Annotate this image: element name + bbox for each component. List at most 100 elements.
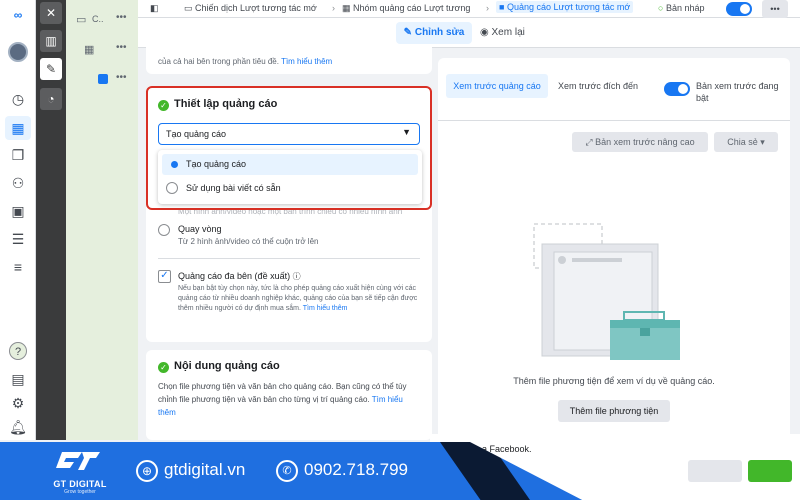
review-mode-label: Xem lại (491, 27, 525, 38)
carousel-desc: Từ 2 hình ảnh/video có thể cuộn trở lên (178, 237, 319, 246)
chevron-right-icon: › (332, 3, 335, 13)
audiences-icon[interactable]: ⚇ (9, 174, 27, 192)
headline-fragment-text: của cả hai bên trong phần tiêu đề. Tìm h… (158, 56, 418, 67)
more-options-icon[interactable]: ••• (116, 72, 127, 83)
website-text[interactable]: gtdigital.vn (164, 460, 245, 480)
advanced-preview-button[interactable]: ⤢ Bản xem trước nâng cao (572, 132, 708, 152)
tree-row-ad[interactable]: ••• (66, 68, 138, 90)
speedometer-icon[interactable]: ◷ (9, 90, 27, 108)
ad-setup-dropdown: Tạo quảng cáo Sử dụng bài viết có sẵn (158, 150, 422, 204)
ad-content-title: Nội dung quảng cáo (174, 360, 280, 372)
caret-down-icon: ▼ (402, 127, 411, 137)
check-circle-icon: ✓ (158, 100, 169, 111)
breadcrumb-campaign-label: Chiến dịch Lượt tương tác mớ (195, 3, 317, 13)
caret-down-icon: ▾ (760, 137, 765, 147)
check-circle-icon: ✓ (158, 362, 169, 373)
multi-advertiser-desc-text: Nếu bạn bật tùy chọn này, tức là cho phé… (178, 285, 418, 312)
publish-button[interactable] (748, 460, 792, 482)
empty-preview-illustration (533, 223, 680, 360)
share-label: Chia sẻ (727, 137, 758, 147)
option-label: Sử dụng bài viết có sẵn (186, 183, 281, 193)
gt-logo-mark-icon (56, 452, 100, 470)
folder-icon: ▭ (76, 14, 87, 26)
left-navigation-rail: ∞ ◷ ▦ ❐ ⚇ ▣ ☰ ≡ ? ▤ ⚙ 🔔︎ (0, 0, 36, 440)
preview-toggle[interactable] (664, 82, 690, 96)
sidebar-toggle-icon[interactable]: ◧ (150, 3, 159, 14)
divider (438, 120, 790, 121)
tree-row-adset[interactable]: ▦ ••• (66, 38, 138, 60)
bottom-notice-bar (430, 434, 800, 442)
creative-hub-icon[interactable]: ▣ (9, 202, 27, 220)
multi-advertiser-desc: Nếu bạn bật tùy chọn này, tức là cho phé… (178, 284, 420, 314)
expand-icon: ⤢ (585, 137, 593, 147)
toggle-knob (678, 84, 688, 94)
grid-icon: ▦ (84, 44, 95, 56)
history-clock-icon[interactable]: ◔ (40, 88, 62, 110)
empty-preview-text: Thêm file phương tiện để xem ví dụ về qu… (513, 376, 715, 386)
breadcrumb-campaign[interactable]: ▭ Chiến dịch Lượt tương tác mớ (184, 3, 317, 14)
info-icon[interactable]: ⓘ (293, 272, 301, 281)
tab-destination-preview[interactable]: Xem trước đích đến (558, 81, 638, 91)
breadcrumb-ad-label: Quảng cáo Lượt tương tác mớ (506, 2, 631, 12)
tab-ad-preview[interactable]: Xem trước quảng cáo (446, 74, 548, 98)
billing-icon[interactable]: ☰ (9, 230, 27, 248)
option-label: Tạo quảng cáo (186, 159, 247, 169)
pages-icon[interactable]: ❐ (9, 146, 27, 164)
ad-setup-select-value: Tạo quảng cáo (166, 129, 227, 139)
bar-chart-icon[interactable]: ▥ (40, 30, 62, 52)
eye-icon: ◉ (480, 27, 489, 38)
help-icon[interactable]: ? (9, 342, 27, 360)
gt-digital-logo: GT DIGITAL Grow together (48, 448, 112, 496)
carousel-label: Quay vòng (178, 224, 222, 234)
more-options-icon[interactable]: ••• (116, 12, 127, 23)
tree-row-label: C.. (92, 14, 104, 24)
close-icon[interactable]: ✕ (40, 2, 62, 24)
breadcrumb-adset-label: Nhóm quảng cáo Lượt tương (353, 3, 471, 13)
edit-mode-button[interactable]: ✎ Chỉnh sửa (396, 22, 472, 44)
carousel-radio[interactable] (158, 224, 170, 236)
add-media-button[interactable]: Thêm file phương tiện (558, 400, 670, 422)
campaigns-table-icon[interactable]: ▦ (5, 116, 31, 140)
draft-status: ○ Bản nháp (658, 3, 705, 13)
learn-more-link[interactable]: Tìm hiểu thêm (303, 305, 348, 312)
option-create-ad[interactable]: Tạo quảng cáo (162, 154, 418, 175)
edit-pencil-icon[interactable]: ✎ (40, 58, 62, 80)
close-button[interactable] (688, 460, 742, 482)
brand-tagline: Grow together (64, 489, 96, 495)
brand-name: GT DIGITAL (53, 479, 107, 489)
option-existing-post[interactable]: Sử dụng bài viết có sẵn (162, 178, 418, 199)
phone-text[interactable]: 0902.718.799 (304, 460, 408, 480)
learn-more-link[interactable]: Tìm hiểu thêm (281, 57, 332, 66)
more-menu-button[interactable]: ••• (762, 0, 788, 18)
multi-advertiser-label: Quảng cáo đa bên (đề xuất) ⓘ (178, 271, 301, 282)
more-options-icon[interactable]: ••• (116, 42, 127, 53)
breadcrumb-adset[interactable]: ▦ Nhóm quảng cáo Lượt tương (342, 3, 470, 14)
meta-logo-icon[interactable]: ∞ (9, 6, 27, 24)
headline-fragment-label: của cả hai bên trong phần tiêu đề. (158, 57, 279, 66)
notifications-bell-icon[interactable]: 🔔︎ (9, 418, 27, 436)
selected-dot-icon (171, 161, 178, 168)
settings-gear-icon[interactable]: ⚙ (9, 394, 27, 412)
menu-icon[interactable]: ≡ (9, 258, 27, 276)
ad-content-desc-text: Chọn file phương tiện và văn bản cho quả… (158, 382, 407, 404)
ad-content-desc: Chọn file phương tiện và văn bản cho quả… (158, 380, 420, 419)
pencil-icon: ✎ (403, 27, 413, 38)
avatar[interactable] (8, 42, 28, 62)
share-button[interactable]: Chia sẻ ▾ (714, 132, 778, 152)
preview-toggle-label: Bản xem trước đang bật (696, 81, 779, 103)
campaign-tree-panel: ▭ C.. ••• ▦ ••• ••• (66, 0, 138, 440)
report-icon[interactable]: ▤ (9, 370, 27, 388)
multi-advertiser-checkbox[interactable]: ✓ (158, 270, 171, 283)
ad-setup-select[interactable]: Tạo quảng cáo ▼ (158, 123, 420, 145)
multi-advertiser-label-text: Quảng cáo đa bên (đề xuất) (178, 271, 291, 281)
ad-on-off-toggle[interactable] (726, 2, 752, 16)
tree-row-campaign[interactable]: ▭ C.. ••• (66, 8, 138, 30)
breadcrumb-ad[interactable]: ■ Quảng cáo Lượt tương tác mớ (496, 1, 634, 13)
phone-icon: ✆ (276, 460, 298, 482)
ad-setup-title: Thiết lập quảng cáo (174, 98, 278, 110)
ad-setup-highlight: ✓ Thiết lập quảng cáo Tạo quảng cáo ▼ Tạ… (146, 86, 432, 210)
globe-icon: ⊕ (136, 460, 158, 482)
edit-mode-label: Chỉnh sửa (414, 27, 465, 38)
review-mode-button[interactable]: ◉ Xem lại (480, 22, 525, 44)
editor-tool-strip: ✕ ▥ ✎ ◔ (36, 0, 66, 440)
